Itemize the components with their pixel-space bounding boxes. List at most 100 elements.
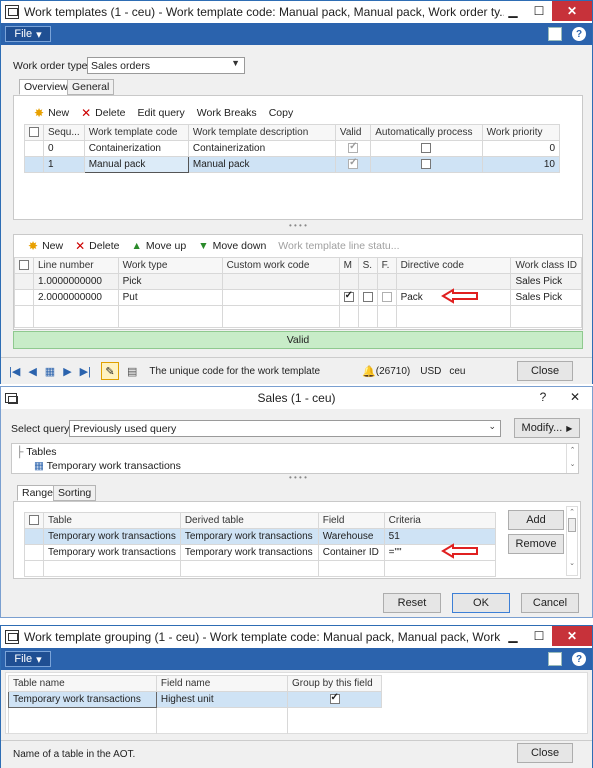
column-header[interactable]: Valid bbox=[334, 124, 372, 141]
new-button[interactable]: ✸ New bbox=[34, 106, 69, 120]
column-header[interactable]: Field name bbox=[155, 675, 289, 692]
tab-range[interactable]: Range bbox=[17, 485, 58, 501]
delete-button[interactable]: ✕ Delete bbox=[81, 106, 125, 120]
cell: Temporary work transactions bbox=[179, 544, 319, 561]
delete-line-button[interactable]: ✕ Delete bbox=[75, 239, 119, 253]
window-title: Sales (1 - ceu) bbox=[257, 391, 336, 405]
table-row[interactable]: 2.0000000000 Put Pack Sales Pick bbox=[14, 289, 582, 306]
tab-general[interactable]: General bbox=[67, 79, 115, 95]
table-row[interactable]: 1 Manual pack Manual pack 10 bbox=[24, 156, 561, 173]
work-order-type-select[interactable]: Sales orders ▼ bbox=[87, 57, 245, 74]
select-all-checkbox[interactable] bbox=[24, 124, 44, 141]
tree-root[interactable]: ├ Tables bbox=[16, 446, 57, 458]
attachment-icon[interactable]: ▤ bbox=[127, 365, 137, 378]
column-header[interactable]: S. bbox=[357, 257, 378, 274]
column-header[interactable]: Work priority bbox=[481, 124, 561, 141]
minimize-button[interactable]: ▁ bbox=[500, 626, 526, 646]
column-header[interactable]: Table name bbox=[8, 675, 157, 692]
splitter-grip[interactable]: • • • • bbox=[289, 473, 307, 482]
grid-view-icon[interactable]: ▦ bbox=[45, 365, 55, 378]
column-header[interactable]: M bbox=[338, 257, 359, 274]
select-query-dropdown[interactable]: Previously used query ⌄ bbox=[69, 420, 501, 437]
column-header[interactable]: Line number bbox=[33, 257, 119, 274]
close-window-button[interactable]: ✕ bbox=[552, 626, 592, 646]
column-header[interactable]: Work template description bbox=[187, 124, 336, 141]
column-header[interactable]: Derived table bbox=[179, 512, 319, 529]
select-all-checkbox[interactable] bbox=[24, 512, 44, 529]
table-row[interactable]: Temporary work transactions Temporary wo… bbox=[24, 544, 497, 561]
currency[interactable]: USD bbox=[420, 366, 441, 377]
tab-sorting[interactable]: Sorting bbox=[53, 485, 97, 501]
help-icon[interactable]: ? bbox=[572, 27, 586, 41]
reset-button[interactable]: Reset bbox=[383, 593, 441, 613]
s-checkbox[interactable] bbox=[362, 292, 373, 303]
edit-query-button[interactable]: Edit query bbox=[138, 106, 185, 120]
last-record-icon[interactable]: ▶| bbox=[80, 365, 91, 378]
column-header[interactable]: Criteria bbox=[383, 512, 497, 529]
column-header[interactable]: Work template code bbox=[83, 124, 189, 141]
help-button[interactable]: ? bbox=[530, 387, 556, 407]
maximize-button[interactable]: ☐ bbox=[526, 626, 552, 646]
work-order-type-label: Work order type: bbox=[13, 60, 91, 72]
column-header[interactable]: Table bbox=[43, 512, 181, 529]
modify-button[interactable]: Modify... ▶ bbox=[514, 418, 580, 438]
range-scrollbar[interactable]: ⌃ ⌄ bbox=[566, 506, 578, 576]
auto-process-checkbox[interactable] bbox=[421, 159, 432, 170]
tab-overview[interactable]: Overview bbox=[19, 79, 73, 95]
table-row[interactable]: Temporary work transactions Highest unit bbox=[8, 691, 382, 708]
menu-bar: File ▾ ? bbox=[1, 23, 592, 45]
new-line-button[interactable]: ✸ New bbox=[28, 239, 63, 253]
column-header[interactable]: Sequ... bbox=[43, 124, 85, 141]
column-header[interactable]: Work type bbox=[117, 257, 223, 274]
help-icon[interactable]: ? bbox=[572, 652, 586, 666]
cell[interactable]: Temporary work transactions bbox=[8, 691, 157, 708]
previous-record-icon[interactable]: ◀ bbox=[28, 365, 36, 378]
column-header[interactable]: Automatically process bbox=[370, 124, 483, 141]
delete-icon: ✕ bbox=[81, 106, 92, 120]
table-row[interactable]: 1.0000000000 Pick Sales Pick bbox=[14, 273, 582, 290]
copy-button[interactable]: Copy bbox=[269, 106, 294, 120]
column-header[interactable]: Custom work code bbox=[221, 257, 340, 274]
column-header[interactable]: Directive code bbox=[395, 257, 512, 274]
next-record-icon[interactable]: ▶ bbox=[63, 365, 71, 378]
move-up-button[interactable]: ▲ Move up bbox=[132, 239, 187, 253]
line-status-button[interactable]: Work template line statu... bbox=[278, 239, 399, 253]
move-down-button[interactable]: ▼ Move down bbox=[198, 239, 266, 253]
column-header[interactable]: Field bbox=[317, 512, 385, 529]
layout-icon[interactable] bbox=[548, 27, 562, 41]
red-arrow-icon bbox=[441, 543, 478, 559]
table-row[interactable]: 0 Containerization Containerization 0 bbox=[24, 140, 561, 157]
group-by-checkbox[interactable] bbox=[329, 693, 340, 705]
close-button[interactable]: Close bbox=[517, 743, 573, 763]
tree-scrollbar[interactable]: ⌃ ⌄ bbox=[566, 444, 578, 473]
company[interactable]: ceu bbox=[449, 366, 465, 377]
m-checkbox[interactable] bbox=[343, 291, 354, 303]
cell[interactable]: Manual pack bbox=[83, 156, 189, 173]
minimize-button[interactable]: ▁ bbox=[500, 1, 526, 21]
table-row[interactable]: Temporary work transactions Temporary wo… bbox=[24, 528, 497, 545]
close-button[interactable]: Close bbox=[517, 361, 573, 381]
close-window-button[interactable]: ✕ bbox=[562, 387, 588, 407]
file-menu-button[interactable]: File ▾ bbox=[5, 26, 51, 42]
edit-icon[interactable]: ✎ bbox=[101, 362, 119, 380]
maximize-button[interactable]: ☐ bbox=[526, 1, 552, 21]
layout-icon[interactable] bbox=[548, 652, 562, 666]
column-header[interactable]: Group by this field bbox=[287, 675, 382, 692]
select-all-checkbox[interactable] bbox=[14, 257, 34, 274]
file-menu-button[interactable]: File ▾ bbox=[5, 651, 51, 667]
column-header[interactable]: F. bbox=[376, 257, 397, 274]
f-checkbox[interactable] bbox=[381, 292, 392, 303]
add-button[interactable]: Add bbox=[508, 510, 564, 530]
work-breaks-button[interactable]: Work Breaks bbox=[197, 106, 257, 120]
first-record-icon[interactable]: |◀ bbox=[9, 365, 20, 378]
work-template-grid: Sequ... Work template code Work template… bbox=[24, 124, 561, 173]
splitter-grip[interactable]: • • • • bbox=[289, 221, 307, 230]
cancel-button[interactable]: Cancel bbox=[521, 593, 579, 613]
close-window-button[interactable]: ✕ bbox=[552, 1, 592, 21]
column-header[interactable]: Work class ID bbox=[510, 257, 582, 274]
ok-button[interactable]: OK bbox=[452, 593, 510, 613]
remove-button[interactable]: Remove bbox=[508, 534, 564, 554]
tree-child[interactable]: ▦ Temporary work transactions bbox=[34, 460, 181, 472]
notification-icon[interactable]: 🔔 bbox=[362, 365, 376, 378]
auto-process-checkbox[interactable] bbox=[421, 143, 432, 154]
